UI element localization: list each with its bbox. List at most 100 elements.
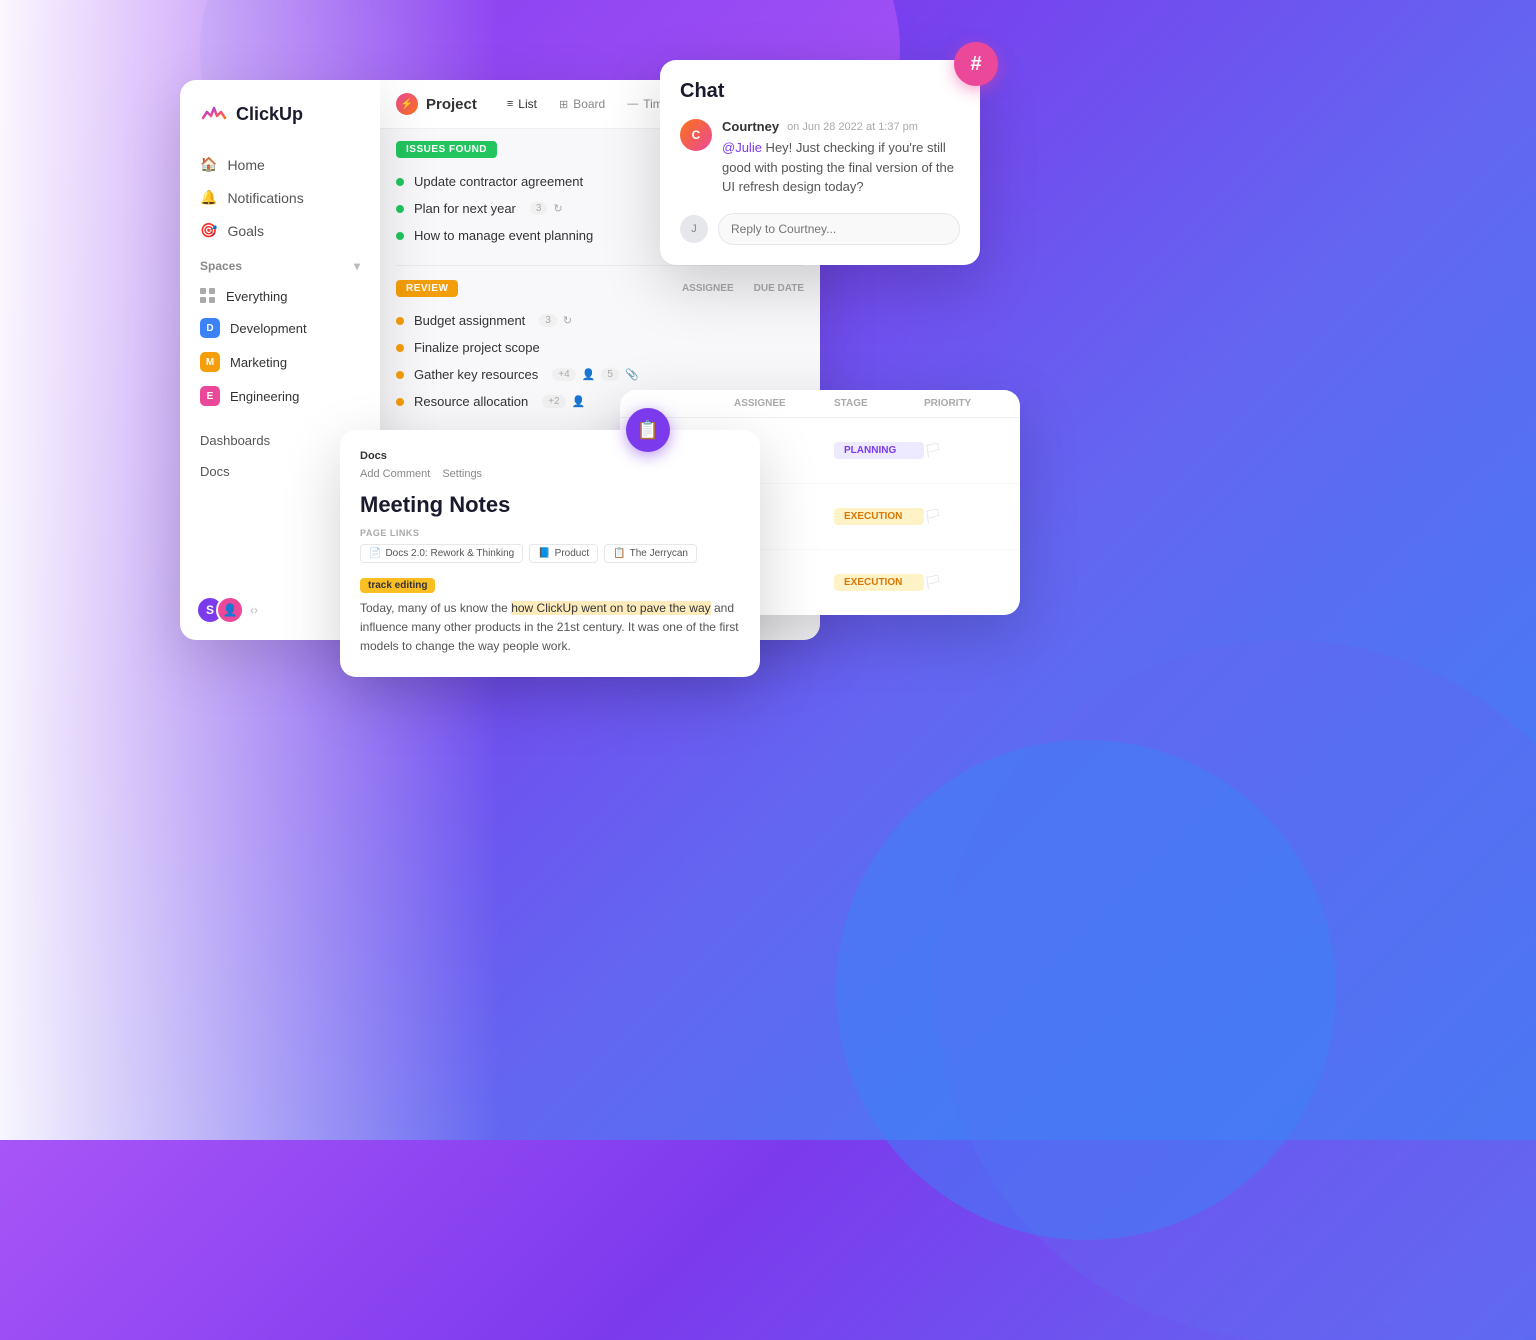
section-review-cols: ASSIGNEE DUE DATE — [682, 283, 804, 294]
col-priority-h: PRIORITY — [924, 398, 1004, 409]
space-item-development[interactable]: D Development — [180, 311, 380, 345]
col-due-review: DUE DATE — [754, 283, 804, 294]
task-count: 3 — [530, 202, 548, 215]
hashtag-symbol: # — [970, 53, 981, 76]
col-assignee-review: ASSIGNEE — [682, 283, 734, 294]
attach-count: 5 — [601, 368, 619, 381]
task-dot — [396, 344, 404, 352]
space-item-marketing[interactable]: M Marketing — [180, 345, 380, 379]
doc-heading: Meeting Notes — [360, 492, 740, 518]
chevron-down-icon: ▾ — [354, 259, 360, 273]
task-item[interactable]: Gather key resources +4 👤 5 📎 — [396, 361, 804, 388]
space-dot-engineering: E — [200, 386, 220, 406]
doc-actions: Add Comment Settings — [360, 468, 740, 480]
space-marketing-label: Marketing — [230, 355, 287, 370]
highlight-bar: track editing — [360, 578, 435, 593]
space-item-everything[interactable]: Everything — [180, 281, 380, 311]
priority-icon: 🏳 — [924, 442, 1004, 459]
task-count: +2 — [542, 395, 565, 408]
settings-button[interactable]: Settings — [442, 468, 482, 480]
dashboards-label: Dashboards — [200, 433, 270, 448]
chat-content: Courtney on Jun 28 2022 at 1:37 pm @Juli… — [722, 119, 960, 197]
badge-issues: ISSUES FOUND — [396, 141, 497, 158]
project-label: Project — [426, 96, 477, 113]
task-extras: 3 ↻ — [539, 314, 572, 327]
space-item-engineering[interactable]: E Engineering — [180, 379, 380, 413]
task-dot — [396, 398, 404, 406]
chat-title: Chat — [680, 80, 960, 103]
task-item[interactable]: Budget assignment 3 ↻ — [396, 307, 804, 334]
chat-reply-input[interactable] — [718, 213, 960, 245]
doc-link-3[interactable]: 📋 The Jerrycan — [604, 544, 697, 563]
spaces-section-header: Spaces ▾ — [180, 247, 380, 281]
space-development-label: Development — [230, 321, 307, 336]
docs-label: Docs — [200, 464, 230, 479]
doc-highlight: how ClickUp went on to pave the way — [511, 601, 710, 615]
grid-icon — [200, 288, 216, 304]
sidebar-item-notifications-label: Notifications — [227, 190, 303, 206]
doc-title: Docs — [360, 450, 740, 462]
task-label: Finalize project scope — [414, 340, 540, 355]
stage-badge-planning: PLANNING — [834, 442, 924, 459]
stage-badge-execution: EXECUTION — [834, 508, 924, 525]
task-label: Resource allocation — [414, 394, 528, 409]
priority-icon: 🏳 — [924, 508, 1004, 525]
section-review-header: REVIEW ASSIGNEE DUE DATE — [396, 280, 804, 297]
space-engineering-label: Engineering — [230, 389, 299, 404]
space-everything-label: Everything — [226, 289, 287, 304]
task-dot — [396, 205, 404, 213]
logo: ClickUp — [180, 100, 380, 148]
tab-list[interactable]: ≡ List — [497, 92, 547, 116]
task-dot — [396, 178, 404, 186]
sidebar-item-notifications[interactable]: 🔔 Notifications — [180, 181, 380, 214]
logo-text: ClickUp — [236, 104, 303, 125]
sidebar-item-goals-label: Goals — [227, 223, 264, 239]
space-dot-marketing: M — [200, 352, 220, 372]
avatar-group: S 👤 — [196, 596, 236, 624]
task-item[interactable]: Finalize project scope — [396, 334, 804, 361]
link-label-2: Product — [555, 548, 589, 559]
link-label-1: Docs 2.0: Rework & Thinking — [385, 548, 514, 559]
doc-links: 📄 Docs 2.0: Rework & Thinking 📘 Product … — [360, 544, 740, 563]
home-icon: 🏠 — [200, 156, 217, 173]
col-assignee-h: ASSIGNEE — [734, 398, 834, 409]
link-icon-1: 📄 — [369, 548, 381, 559]
doc-link-1[interactable]: 📄 Docs 2.0: Rework & Thinking — [360, 544, 523, 563]
spaces-label: Spaces — [200, 259, 242, 273]
chat-hashtag-icon: # — [954, 42, 998, 86]
task-extras: +2 👤 — [542, 395, 585, 408]
task-label: Plan for next year — [414, 201, 516, 216]
sidebar-item-goals[interactable]: 🎯 Goals — [180, 214, 380, 247]
doc-link-2[interactable]: 📘 Product — [529, 544, 598, 563]
space-dot-development: D — [200, 318, 220, 338]
link-label-3: The Jerrycan — [630, 548, 688, 559]
list-icon: ≡ — [507, 98, 513, 110]
chat-meta: Courtney on Jun 28 2022 at 1:37 pm — [722, 119, 960, 134]
link-icon-3: 📋 — [613, 548, 625, 559]
bell-icon: 🔔 — [200, 189, 217, 206]
goals-icon: 🎯 — [200, 222, 217, 239]
project-title: ⚡ Project — [396, 93, 477, 115]
timeline-icon: — — [627, 98, 638, 110]
board-icon: ⊞ — [559, 98, 568, 111]
clickup-logo-icon — [200, 100, 228, 128]
badge-review: REVIEW — [396, 280, 458, 297]
bg-circle-2 — [836, 740, 1336, 1240]
footer-chevron: ‹› — [250, 603, 258, 617]
avatar-icon: 👤 — [582, 368, 596, 381]
task-extras: +4 👤 5 📎 — [552, 368, 638, 381]
section-divider — [396, 265, 804, 266]
project-icon: ⚡ — [396, 93, 418, 115]
tab-board-label: Board — [573, 97, 605, 111]
add-comment-button[interactable]: Add Comment — [360, 468, 430, 480]
doc-page-links-label: PAGE LINKS — [360, 528, 740, 538]
task-label: How to manage event planning — [414, 228, 593, 243]
chat-time: on Jun 28 2022 at 1:37 pm — [787, 121, 918, 133]
sidebar-item-home[interactable]: 🏠 Home — [180, 148, 380, 181]
doc-float-icon: 📋 — [626, 408, 670, 452]
tab-board[interactable]: ⊞ Board — [549, 92, 615, 116]
avatar-icon: 👤 — [572, 395, 586, 408]
doc-panel: 📋 Docs Add Comment Settings Meeting Note… — [340, 430, 760, 677]
doc-body: Today, many of us know the how ClickUp w… — [360, 599, 740, 657]
task-count: 3 — [539, 314, 557, 327]
